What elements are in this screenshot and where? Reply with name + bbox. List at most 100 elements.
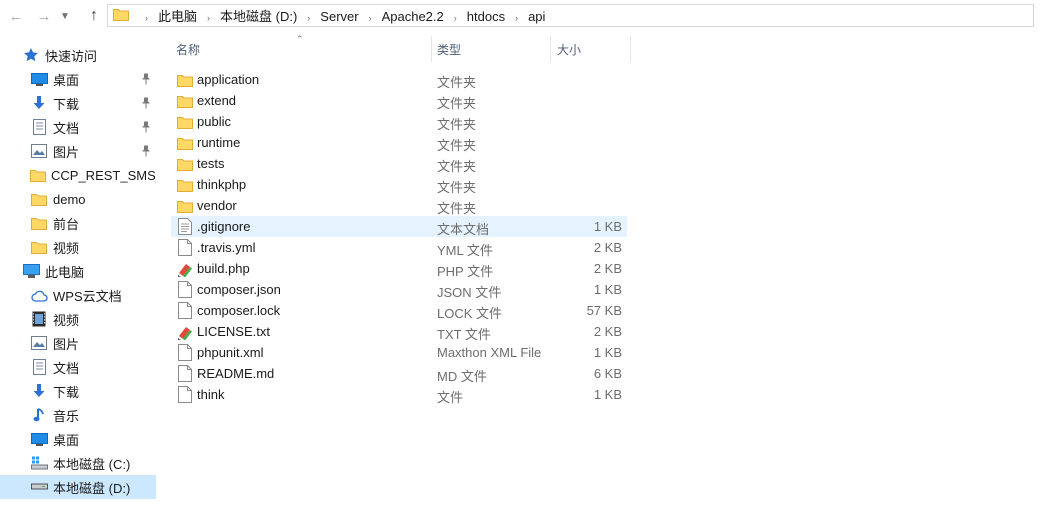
file-row[interactable]: composer.json JSON 文件 1 KB bbox=[171, 279, 627, 300]
sidebar-item[interactable]: 图片 bbox=[0, 331, 156, 355]
file-row[interactable]: thinkphp 文件夹 bbox=[171, 174, 627, 195]
up-arrow-icon[interactable]: ↑ bbox=[84, 6, 104, 26]
column-header-size[interactable]: 大小 bbox=[557, 36, 627, 62]
cloud-icon bbox=[30, 286, 48, 304]
file-size: 1 KB bbox=[593, 282, 622, 297]
file-row[interactable]: README.md MD 文件 6 KB bbox=[171, 363, 627, 384]
folder-icon bbox=[177, 134, 193, 151]
blank-file-icon bbox=[177, 302, 193, 319]
drive-icon bbox=[30, 478, 48, 496]
breadcrumb-item[interactable]: Server bbox=[318, 9, 360, 24]
file-name: tests bbox=[197, 156, 225, 171]
breadcrumb: › 此电脑 › 本地磁盘 (D:) › Server › Apache2.2 › htdocs › a… bbox=[137, 6, 547, 25]
forward-arrow-icon[interactable]: → bbox=[34, 6, 54, 26]
sidebar-item[interactable]: 桌面 bbox=[0, 67, 156, 91]
file-row[interactable]: runtime 文件夹 bbox=[171, 132, 627, 153]
sidebar-item[interactable]: 下载 bbox=[0, 91, 156, 115]
breadcrumb-item[interactable]: 此电脑 bbox=[156, 9, 199, 24]
back-arrow-icon[interactable]: ← bbox=[6, 6, 26, 26]
file-type: 文件夹 bbox=[437, 180, 477, 195]
sidebar-item[interactable]: 桌面 bbox=[0, 427, 156, 451]
column-divider[interactable] bbox=[550, 36, 551, 62]
star-icon bbox=[22, 46, 40, 64]
pin-icon[interactable] bbox=[141, 97, 151, 109]
file-row[interactable]: composer.lock LOCK 文件 57 KB bbox=[171, 300, 627, 321]
breadcrumb-chevron-icon[interactable]: › bbox=[507, 13, 526, 23]
file-type: 文件夹 bbox=[437, 117, 477, 132]
sidebar-item[interactable]: 视频 bbox=[0, 235, 156, 259]
sidebar-item-label: 图片 bbox=[53, 336, 80, 352]
file-row[interactable]: extend 文件夹 bbox=[171, 90, 627, 111]
sidebar-item[interactable]: 本地磁盘 (C:) bbox=[0, 451, 156, 475]
file-type: 文件 bbox=[437, 390, 464, 405]
breadcrumb-chevron-icon[interactable]: › bbox=[446, 13, 465, 23]
file-row[interactable]: build.php PHP 文件 2 KB bbox=[171, 258, 627, 279]
sidebar-item[interactable]: 音乐 bbox=[0, 403, 156, 427]
sidebar-item[interactable]: 快速访问 bbox=[0, 43, 156, 67]
document-icon bbox=[30, 358, 48, 376]
breadcrumb-chevron-icon[interactable]: › bbox=[199, 13, 218, 23]
breadcrumb-chevron-icon[interactable]: › bbox=[299, 13, 318, 23]
sidebar-item-label: 下载 bbox=[53, 96, 80, 112]
blank-file-icon bbox=[177, 365, 193, 382]
sidebar-item-label: 文档 bbox=[53, 120, 80, 136]
file-row[interactable]: .travis.yml YML 文件 2 KB bbox=[171, 237, 627, 258]
breadcrumb-item[interactable]: Apache2.2 bbox=[380, 9, 446, 24]
breadcrumb-item[interactable]: 本地磁盘 (D:) bbox=[218, 9, 299, 24]
computer-icon bbox=[22, 262, 40, 280]
sidebar-item-label: 桌面 bbox=[53, 432, 80, 448]
sidebar-item-label: 图片 bbox=[53, 144, 80, 160]
sidebar-item[interactable]: 下载 bbox=[0, 379, 156, 403]
sidebar-item[interactable]: 文档 bbox=[0, 355, 156, 379]
file-row[interactable]: LICENSE.txt TXT 文件 2 KB bbox=[171, 321, 627, 342]
sidebar-item[interactable]: WPS云文档 bbox=[0, 283, 156, 307]
file-name: build.php bbox=[197, 261, 250, 276]
pin-icon[interactable] bbox=[141, 145, 151, 157]
sidebar-item[interactable]: 文档 bbox=[0, 115, 156, 139]
column-header-name[interactable]: 名称 bbox=[176, 36, 428, 62]
breadcrumb-item[interactable]: htdocs bbox=[465, 9, 507, 24]
file-size: 2 KB bbox=[593, 240, 622, 255]
file-row[interactable]: .gitignore 文本文档 1 KB bbox=[171, 216, 627, 237]
file-row[interactable]: phpunit.xml Maxthon XML File 1 KB bbox=[171, 342, 627, 363]
video-icon bbox=[30, 310, 48, 328]
file-name: composer.lock bbox=[197, 303, 281, 318]
column-header-type[interactable]: 类型 bbox=[437, 36, 547, 62]
file-name: README.md bbox=[197, 366, 275, 381]
music-note-icon bbox=[30, 406, 48, 424]
column-divider[interactable] bbox=[630, 36, 631, 62]
file-size: 2 KB bbox=[593, 324, 622, 339]
sidebar-item[interactable]: 前台 bbox=[0, 211, 156, 235]
sidebar-item-label: 本地磁盘 (D:) bbox=[53, 480, 131, 496]
folder-icon bbox=[177, 71, 193, 88]
file-row[interactable]: think 文件 1 KB bbox=[171, 384, 627, 405]
file-row[interactable]: tests 文件夹 bbox=[171, 153, 627, 174]
pin-icon[interactable] bbox=[141, 121, 151, 133]
file-row[interactable]: vendor 文件夹 bbox=[171, 195, 627, 216]
breadcrumb-chevron-icon[interactable]: › bbox=[361, 13, 380, 23]
sidebar-item[interactable]: 本地磁盘 (D:) bbox=[0, 475, 156, 499]
file-row[interactable]: application 文件夹 bbox=[171, 69, 627, 90]
sidebar-item-label: CCP_REST_SMS_D bbox=[51, 167, 156, 183]
sidebar-item[interactable]: 视频 bbox=[0, 307, 156, 331]
file-name: LICENSE.txt bbox=[197, 324, 270, 339]
address-bar[interactable]: › 此电脑 › 本地磁盘 (D:) › Server › Apache2.2 › htdocs › a… bbox=[107, 4, 1034, 27]
sidebar-item-label: 桌面 bbox=[53, 72, 80, 88]
breadcrumb-chevron-icon[interactable]: › bbox=[137, 13, 156, 23]
sidebar-item[interactable]: 图片 bbox=[0, 139, 156, 163]
navigation-bar: ← → ▼ ↑ › 此电脑 › 本地磁盘 (D:) › Server › Apache2.2 ›… bbox=[0, 0, 1043, 32]
column-divider[interactable] bbox=[431, 36, 432, 62]
blank-file-icon bbox=[177, 239, 193, 256]
pin-icon[interactable] bbox=[141, 73, 151, 85]
sidebar-item[interactable]: CCP_REST_SMS_D bbox=[0, 163, 156, 187]
file-name: .gitignore bbox=[197, 219, 251, 234]
recent-locations-chevron-icon[interactable]: ▼ bbox=[58, 6, 72, 26]
breadcrumb-item[interactable]: api bbox=[526, 9, 547, 24]
file-size: 1 KB bbox=[593, 387, 622, 402]
folder-icon bbox=[177, 197, 193, 214]
sidebar-item[interactable]: 此电脑 bbox=[0, 259, 156, 283]
sidebar-item[interactable]: demo bbox=[0, 187, 156, 211]
sidebar-item-label: 快速访问 bbox=[45, 48, 98, 64]
file-row[interactable]: public 文件夹 bbox=[171, 111, 627, 132]
folder-icon bbox=[30, 190, 48, 208]
